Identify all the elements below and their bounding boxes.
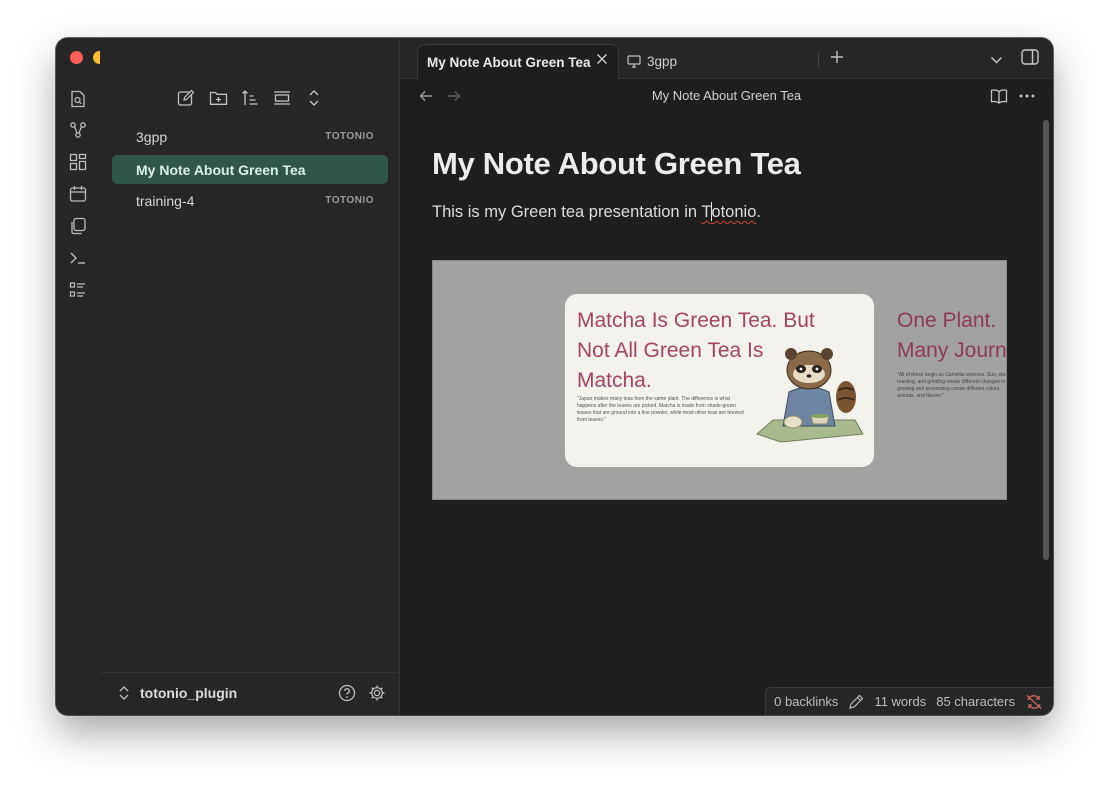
new-folder-icon[interactable] (208, 88, 228, 108)
word-count: 11 words (874, 694, 927, 709)
toggle-right-sidebar-icon[interactable] (1021, 49, 1039, 70)
file-name: My Note About Green Tea (136, 161, 306, 178)
slide-2-title: One Plant. Many Journ (897, 306, 1007, 366)
close-tab-icon[interactable] (596, 53, 608, 68)
close-window-button[interactable] (70, 51, 83, 64)
outline-list-icon[interactable] (68, 280, 88, 300)
file-explorer-toolbar (100, 88, 399, 110)
sort-icon[interactable] (240, 88, 260, 108)
slide-2-title-line-2: Many Journ (897, 339, 1007, 362)
file-name: 3gpp (136, 128, 168, 145)
open-quick-switcher-icon[interactable] (68, 89, 88, 109)
slide-caption: "Japan makes many teas from the same pla… (577, 396, 744, 423)
editor-scrollbar[interactable] (1043, 120, 1049, 560)
file-explorer: 3gpp TOTONIO My Note About Green Tea tra… (100, 38, 400, 715)
view-header: My Note About Green Tea (400, 78, 1053, 116)
character-count: 85 characters (936, 694, 1015, 709)
vault-name[interactable]: totonio_plugin (140, 685, 237, 701)
vault-switcher-bar: totonio_plugin (100, 672, 399, 715)
ribbon (56, 78, 101, 715)
slide-card: Matcha Is Green Tea. But Not All Green T… (565, 294, 874, 467)
misspelled-word-first-letter: T (701, 203, 712, 221)
slide-2-caption: "All of these begin as Camellia sinensis… (897, 372, 1007, 399)
help-icon[interactable] (338, 684, 356, 707)
settings-gear-icon[interactable] (368, 684, 386, 707)
tab-list-chevron-down-icon[interactable] (990, 52, 1003, 70)
file-item-my-note-about-green-tea[interactable]: My Note About Green Tea (112, 155, 388, 184)
tab-label: My Note About Green Tea (427, 54, 591, 70)
canvas-icon[interactable] (68, 152, 88, 172)
edit-mode-pencil-icon[interactable] (848, 694, 864, 710)
file-item-training-4[interactable]: training-4 TOTONIO (112, 186, 388, 215)
misspelled-word-rest: otonio (711, 203, 757, 221)
expand-collapse-icon[interactable] (304, 88, 324, 108)
templates-icon[interactable] (68, 216, 88, 236)
auto-reveal-icon[interactable] (272, 88, 292, 108)
note-body-suffix: . (756, 203, 761, 221)
tanuki-illustration (756, 348, 864, 443)
sync-off-icon[interactable] (1025, 694, 1043, 710)
tab-label: 3gpp (647, 53, 678, 69)
tab-3gpp[interactable]: 3gpp (627, 44, 677, 78)
command-palette-icon[interactable] (68, 248, 88, 268)
file-tag: TOTONIO (325, 131, 374, 142)
tab-divider (818, 52, 819, 68)
monitor-icon (627, 54, 641, 68)
note-body[interactable]: This is my Green tea presentation in Tot… (432, 202, 761, 222)
reading-view-book-icon[interactable] (989, 86, 1009, 106)
tab-bar: My Note About Green Tea 3gpp (400, 38, 1053, 79)
more-options-icon[interactable] (1017, 86, 1037, 106)
note-body-text: This is my Green tea presentation in (432, 203, 702, 221)
view-title[interactable]: My Note About Green Tea (400, 88, 1053, 103)
app-window: 3gpp TOTONIO My Note About Green Tea tra… (56, 38, 1053, 715)
misspelled-word[interactable]: Totonio (701, 202, 757, 221)
main-editor-pane: My Note About Green Tea 3gpp My Note Abo… (400, 38, 1053, 715)
note-title[interactable]: My Note About Green Tea (432, 146, 801, 182)
file-item-3gpp[interactable]: 3gpp TOTONIO (112, 122, 388, 151)
vault-chevron-icon[interactable] (118, 685, 130, 706)
new-tab-plus-icon[interactable] (830, 50, 844, 69)
file-tag: TOTONIO (325, 195, 374, 206)
file-name: training-4 (136, 192, 195, 209)
presentation-embed[interactable]: Matcha Is Green Tea. But Not All Green T… (432, 260, 1007, 500)
tab-my-note-about-green-tea[interactable]: My Note About Green Tea (417, 44, 619, 79)
backlinks-count[interactable]: 0 backlinks (774, 694, 838, 709)
calendar-icon[interactable] (68, 184, 88, 204)
status-bar: 0 backlinks 11 words 85 characters (765, 687, 1053, 715)
new-note-icon[interactable] (176, 88, 196, 108)
slide-2-title-line-1: One Plant. (897, 309, 997, 332)
graph-view-icon[interactable] (68, 120, 88, 140)
